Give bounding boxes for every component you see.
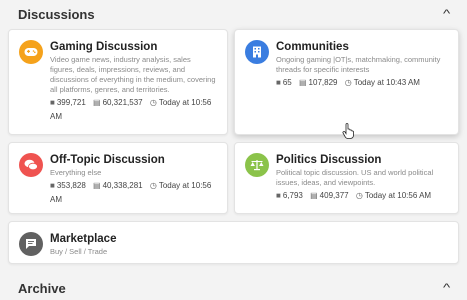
forum-stats: ■ 353,828 ▤ 40,338,281 ◷ Today at 10:56 AM bbox=[50, 179, 217, 207]
post-count: 409,377 bbox=[319, 191, 349, 200]
posts-icon: ▤ bbox=[310, 191, 318, 200]
forum-title[interactable]: Communities bbox=[276, 40, 448, 54]
chat-bubbles-icon bbox=[19, 153, 43, 177]
post-count: 60,321,537 bbox=[102, 98, 143, 107]
discussions-section-header[interactable]: Discussions ^ bbox=[0, 0, 467, 28]
chevron-up-icon[interactable]: ^ bbox=[443, 8, 450, 20]
clock-icon: ◷ bbox=[355, 191, 363, 200]
thread-count: 399,721 bbox=[56, 98, 86, 107]
posts-icon: ▤ bbox=[93, 181, 101, 190]
clock-icon: ◷ bbox=[149, 98, 157, 107]
forum-description: Political topic discussion. US and world… bbox=[276, 168, 434, 187]
forum-description: Ongoing gaming |OT|s, matchmaking, commu… bbox=[276, 55, 441, 74]
forum-stats: ■ 65 ▤ 107,829 ◷ Today at 10:43 AM bbox=[276, 76, 448, 90]
thread-count: 6,793 bbox=[282, 191, 303, 200]
forum-stats: ■ 399,721 ▤ 60,321,537 ◷ Today at 10:56 AM bbox=[50, 96, 217, 124]
clock-icon: ◷ bbox=[149, 181, 157, 190]
clock-icon: ◷ bbox=[344, 78, 352, 87]
building-icon bbox=[245, 40, 269, 64]
forum-title[interactable]: Gaming Discussion bbox=[50, 40, 217, 54]
chevron-up-icon[interactable]: ^ bbox=[443, 282, 450, 294]
forum-description: Buy / Sell / Trade bbox=[50, 247, 108, 256]
post-count: 107,829 bbox=[308, 78, 338, 87]
scales-icon bbox=[245, 153, 269, 177]
forum-title[interactable]: Marketplace bbox=[50, 232, 448, 246]
threads-icon: ■ bbox=[50, 181, 55, 190]
forum-card-offtopic[interactable]: Off-Topic Discussion Everything else ■ 35… bbox=[8, 142, 228, 214]
posts-icon: ▤ bbox=[298, 78, 307, 87]
posts-icon: ▤ bbox=[93, 98, 101, 107]
forum-card-politics[interactable]: Politics Discussion Political topic disc… bbox=[234, 142, 459, 214]
forum-card-communities[interactable]: Communities Ongoing gaming |OT|s, matchm… bbox=[234, 29, 459, 135]
archive-section-header[interactable]: Archive ^ bbox=[0, 274, 467, 300]
gamepad-icon bbox=[19, 40, 43, 64]
forum-card-marketplace[interactable]: Marketplace Buy / Sell / Trade bbox=[8, 221, 459, 264]
forum-description: Video game news, industry analysis, sale… bbox=[50, 55, 216, 94]
message-square-icon bbox=[19, 232, 43, 256]
archive-title: Archive bbox=[18, 280, 66, 296]
forum-stats: ■ 6,793 ▤ 409,377 ◷ Today at 10:56 AM bbox=[276, 189, 448, 203]
thread-count: 65 bbox=[282, 78, 292, 87]
forum-description: Everything else bbox=[50, 168, 102, 177]
threads-icon: ■ bbox=[276, 191, 281, 200]
thread-count: 353,828 bbox=[56, 181, 86, 190]
forum-title[interactable]: Off-Topic Discussion bbox=[50, 153, 217, 167]
discussions-title: Discussions bbox=[18, 6, 95, 22]
post-count: 40,338,281 bbox=[102, 181, 143, 190]
threads-icon: ■ bbox=[50, 98, 55, 107]
hand-cursor-icon bbox=[342, 123, 354, 139]
forum-card-gaming[interactable]: Gaming Discussion Video game news, indus… bbox=[8, 29, 228, 135]
threads-icon: ■ bbox=[276, 78, 281, 87]
last-post-time[interactable]: Today at 10:43 AM bbox=[354, 78, 420, 87]
last-post-time[interactable]: Today at 10:56 AM bbox=[365, 191, 431, 200]
forum-title[interactable]: Politics Discussion bbox=[276, 153, 448, 167]
